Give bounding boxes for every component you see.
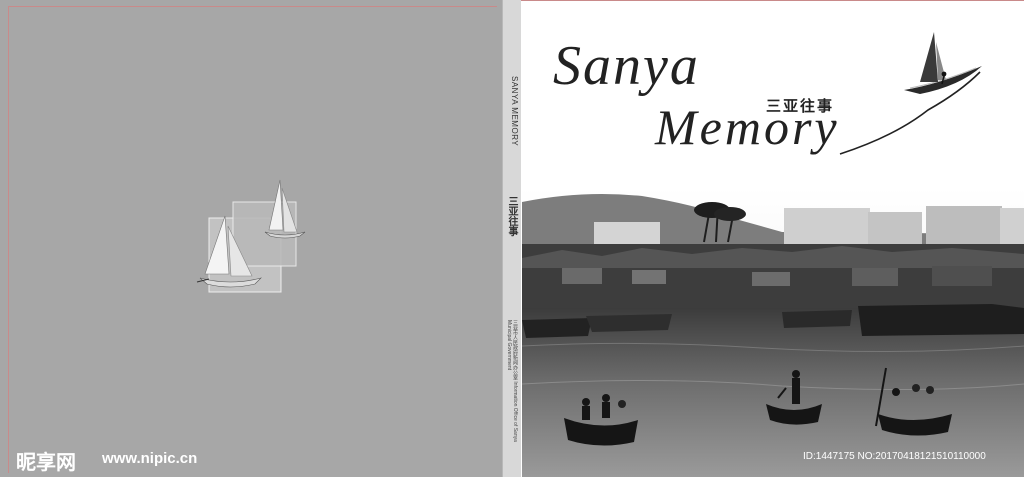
title-line-1: Sanya — [553, 35, 700, 97]
spine-publisher: 三亚市人民政府新闻办公室 Information Office of Sanya… — [506, 320, 518, 442]
watermark-url: www.nipic.cn — [102, 450, 198, 467]
harbour-photo — [522, 188, 1024, 477]
spine-title-cn: 三亚往事 — [506, 196, 517, 236]
watermark-id: ID:1447175 NO:20170418121510110000 — [803, 451, 986, 462]
watermark-logo: 昵享网 — [16, 450, 76, 474]
windsurfer-icon — [904, 32, 982, 94]
windsurfer-flourish — [839, 32, 982, 155]
spine-title-en: SANYA MEMORY — [510, 76, 519, 147]
sailboat-emblem — [196, 179, 306, 293]
